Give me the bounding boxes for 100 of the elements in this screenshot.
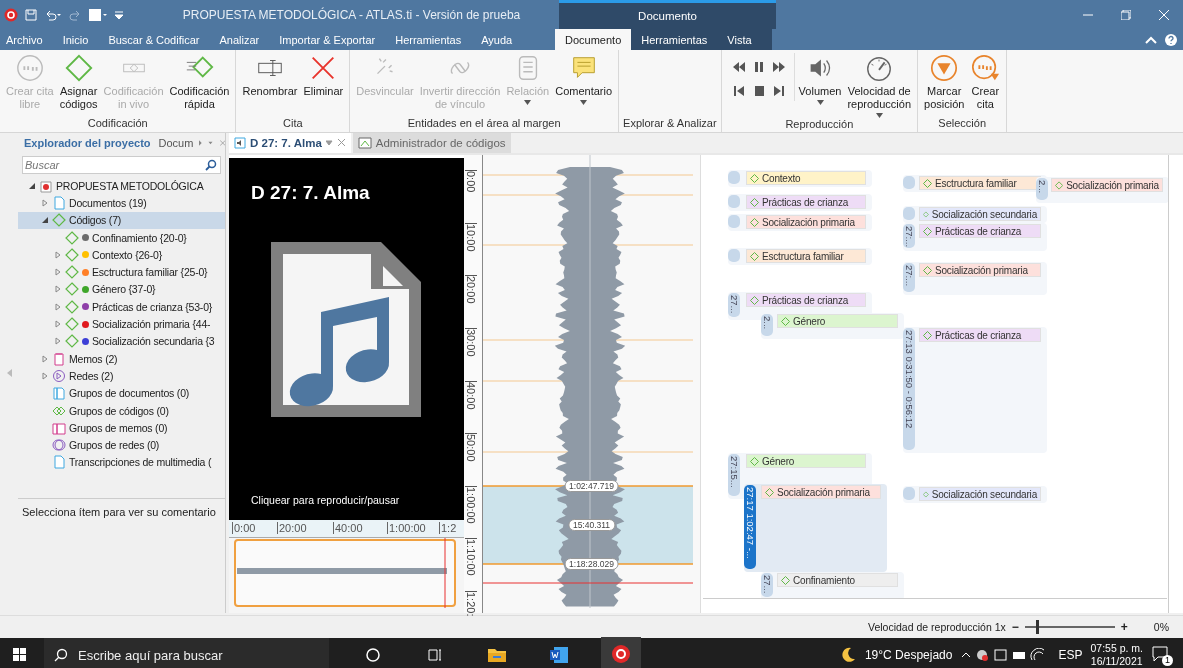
tree-item[interactable]: Memos (2): [18, 349, 225, 368]
quote-marker[interactable]: 27:...: [903, 224, 915, 248]
search-field[interactable]: Buscar: [22, 156, 221, 174]
code-label[interactable]: Confinamiento: [777, 573, 898, 587]
fast-forward-icon[interactable]: [771, 61, 786, 73]
tree-item[interactable]: Grupos de memos (0): [18, 419, 225, 437]
skip-forward-icon[interactable]: [771, 85, 786, 97]
help-icon[interactable]: [1165, 33, 1177, 46]
ribbon-tab[interactable]: Documento: [555, 29, 632, 50]
taskbar-search-field[interactable]: Escribe aquí para buscar: [44, 638, 329, 668]
clock[interactable]: 07:55 p. m. 16/11/2021: [1090, 642, 1143, 668]
quote-marker[interactable]: 27:13 0:31:50 - 0:56:12: [903, 328, 915, 450]
tree-item[interactable]: Grupos de códigos (0): [18, 401, 225, 420]
quote-marker[interactable]: [903, 176, 915, 189]
weather-text[interactable]: 19°C Despejado: [864, 648, 953, 662]
panel-tab[interactable]: Explorador del proyecto: [22, 137, 153, 149]
rewind-icon[interactable]: [731, 61, 746, 73]
zoom-out-button[interactable]: −: [1011, 620, 1019, 634]
ribbon-tab[interactable]: Importar & Exportar: [269, 29, 386, 50]
circle-icon[interactable]: [366, 648, 380, 662]
ribbon-button[interactable]: Renombrar: [240, 53, 300, 98]
quote-marker[interactable]: [728, 195, 740, 208]
code-label[interactable]: Socialización secundaria: [919, 487, 1041, 501]
tree-item[interactable]: Prácticas de crianza {53-0}: [18, 298, 225, 316]
tree-item[interactable]: Transcripciones de multimedia (: [18, 453, 225, 472]
code-label[interactable]: Socialización primaria: [919, 263, 1041, 277]
tree-item[interactable]: PROPUESTA METODOLÓGICA: [18, 177, 225, 195]
code-label[interactable]: Prácticas de crianza: [919, 328, 1041, 342]
code-label[interactable]: Contexto: [746, 171, 866, 185]
tab-close-icon[interactable]: [325, 139, 346, 147]
language-indicator[interactable]: ESP: [1058, 648, 1083, 662]
tree-item[interactable]: Redes (2): [18, 367, 225, 385]
code-label[interactable]: Socialización secundaria: [919, 207, 1041, 221]
ribbon-button[interactable]: Velocidad de reproducción: [845, 53, 913, 118]
code-label[interactable]: Prácticas de crianza: [746, 195, 866, 209]
code-label[interactable]: Género: [746, 454, 866, 468]
tree-item[interactable]: Documentos (19): [18, 194, 225, 212]
ribbon-tab[interactable]: Herramientas: [631, 29, 718, 50]
quote-marker[interactable]: [903, 207, 915, 220]
ribbon-button[interactable]: Crear cita: [968, 53, 1003, 111]
window-layout-icon[interactable]: [88, 7, 108, 22]
undo-icon[interactable]: [44, 8, 62, 21]
code-label[interactable]: Socialización primaria: [746, 215, 866, 229]
code-label[interactable]: Género: [777, 314, 898, 328]
ribbon-tab[interactable]: Vista: [717, 29, 762, 50]
code-label[interactable]: Esctructura familiar: [746, 249, 866, 263]
ribbon-tab[interactable]: Herramientas: [385, 29, 472, 50]
quote-marker[interactable]: 27...: [728, 293, 740, 317]
quote-marker[interactable]: 2...: [1036, 178, 1048, 200]
tree-item[interactable]: Género {37-0}: [18, 280, 225, 299]
zoom-in-button[interactable]: +: [1120, 620, 1128, 634]
tree-item[interactable]: Socialización secundaria {3: [18, 332, 225, 350]
quote-marker[interactable]: [728, 171, 740, 184]
customize-icon[interactable]: [114, 9, 124, 20]
code-label[interactable]: Prácticas de crianza: [919, 224, 1041, 238]
document-tab[interactable]: D 27: 7. Alma: [229, 133, 351, 153]
save-icon[interactable]: [24, 7, 38, 22]
ribbon-tab[interactable]: Inicio: [52, 29, 99, 50]
skip-back-icon[interactable]: [731, 85, 746, 97]
collapse-ribbon-icon[interactable]: [1145, 35, 1157, 44]
tree-item[interactable]: Grupos de redes (0): [18, 436, 225, 454]
tree-item[interactable]: Códigos (7): [18, 211, 225, 229]
ribbon-button[interactable]: Marcar posición: [922, 53, 967, 111]
quote-marker[interactable]: 27:17 1:02:47 -...: [744, 485, 756, 569]
ribbon-button[interactable]: Eliminar: [301, 53, 346, 98]
panel-tab[interactable]: Docum: [156, 137, 196, 149]
ribbon-tab[interactable]: Archivo: [0, 29, 53, 50]
tree-item[interactable]: Contexto {26-0}: [18, 246, 225, 264]
ribbon-button[interactable]: Comentario: [553, 53, 615, 105]
tree-item[interactable]: Confinamiento {20-0}: [18, 228, 225, 247]
slider-thumb[interactable]: [1036, 620, 1040, 634]
ribbon-tab[interactable]: Buscar & Codificar: [98, 29, 210, 50]
quote-marker[interactable]: [728, 215, 740, 228]
ribbon-tab[interactable]: Ayuda: [471, 29, 523, 50]
quote-marker[interactable]: 27:...: [903, 263, 915, 292]
search-icon[interactable]: [205, 159, 217, 171]
quote-marker[interactable]: 2...: [761, 314, 773, 336]
code-label[interactable]: Socialización primaria: [761, 485, 881, 499]
quote-marker[interactable]: [728, 249, 740, 262]
folder-icon[interactable]: [487, 647, 507, 663]
redo-icon[interactable]: [68, 8, 82, 21]
task-view-icon[interactable]: [428, 648, 442, 662]
restore-icon[interactable]: [1121, 9, 1131, 20]
ribbon-button[interactable]: Codificación rápida: [167, 53, 232, 111]
notifications-icon[interactable]: [1151, 644, 1169, 662]
tree-item[interactable]: Socialización primaria {44-: [18, 315, 225, 333]
ribbon-tab[interactable]: Analizar: [209, 29, 270, 50]
document-tab[interactable]: Administrador de códigos: [352, 133, 511, 153]
ribbon-button[interactable]: Volumen: [796, 53, 844, 105]
app-logo-icon[interactable]: [611, 644, 631, 664]
media-player[interactable]: D 27: 7. Alma Cliquear para reproducir/pausar: [229, 158, 464, 520]
tree-item[interactable]: Esctructura familiar {25-0}: [18, 263, 225, 281]
quote-marker[interactable]: 27:15...: [728, 454, 740, 496]
ribbon-button[interactable]: Asignar códigos: [57, 53, 100, 111]
quote-marker[interactable]: [903, 487, 915, 500]
code-label[interactable]: Socialización primaria: [1051, 178, 1163, 192]
quote-marker[interactable]: 27...: [761, 573, 773, 597]
code-label[interactable]: Prácticas de crianza: [746, 293, 866, 307]
word-icon[interactable]: [549, 646, 569, 664]
tree-item[interactable]: Grupos de documentos (0): [18, 384, 225, 402]
